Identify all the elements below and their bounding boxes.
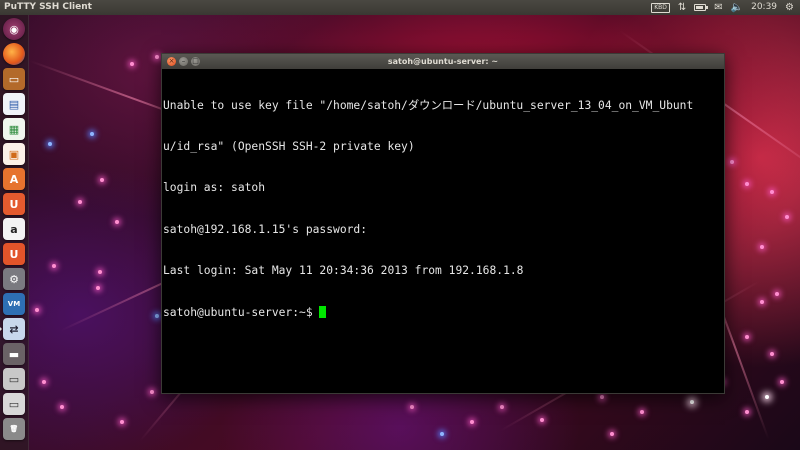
virtual-machine-icon[interactable]: VM	[3, 293, 25, 315]
clock[interactable]: 20:39	[751, 0, 777, 15]
wallpaper-sparkle	[690, 400, 694, 404]
wallpaper-sparkle	[42, 380, 46, 384]
terminal-line: satoh@192.168.1.15's password:	[163, 222, 368, 236]
wallpaper-sparkle	[610, 432, 614, 436]
wallpaper-sparkle	[52, 264, 56, 268]
keyboard-layout-icon[interactable]: KBD	[651, 2, 670, 13]
wallpaper-sparkle	[48, 142, 52, 146]
window-title: satoh@ubuntu-server: ~	[387, 57, 499, 66]
wallpaper-sparkle	[78, 200, 82, 204]
wallpaper-sparkle	[760, 300, 764, 304]
wallpaper-sparkle	[155, 55, 159, 59]
amazon-icon[interactable]: a	[3, 218, 25, 240]
wallpaper-sparkle	[600, 395, 604, 399]
files-icon[interactable]: ▭	[3, 68, 25, 90]
wallpaper-sparkle	[760, 245, 764, 249]
app-title: PuTTY SSH Client	[4, 2, 92, 12]
impress-icon[interactable]: ▣	[3, 143, 25, 165]
wallpaper-sparkle	[440, 432, 444, 436]
calc-icon[interactable]: ▦	[3, 118, 25, 140]
wallpaper-sparkle	[745, 335, 749, 339]
volume-icon[interactable]: 🔈	[731, 0, 743, 15]
terminal-line: Unable to use key file "/home/satoh/ダウンロ…	[163, 98, 694, 112]
wallpaper-sparkle	[60, 405, 64, 409]
wallpaper-sparkle	[115, 220, 119, 224]
wallpaper-sparkle	[90, 132, 94, 136]
wallpaper-sparkle	[745, 410, 749, 414]
wallpaper-sparkle	[470, 420, 474, 424]
wallpaper-sparkle	[640, 410, 644, 414]
software-center-icon[interactable]: A	[3, 168, 25, 190]
wallpaper-sparkle	[540, 418, 544, 422]
writer-icon[interactable]: ▤	[3, 93, 25, 115]
removable-drive-icon[interactable]: ▭	[3, 393, 25, 415]
battery-icon[interactable]	[694, 4, 709, 11]
wallpaper-sparkle	[775, 292, 779, 296]
wallpaper-sparkle	[155, 314, 159, 318]
terminal-line: u/id_rsa" (OpenSSH SSH-2 private key)	[163, 139, 415, 153]
wallpaper-sparkle	[96, 286, 100, 290]
wallpaper-sparkle	[745, 182, 749, 186]
terminal-output[interactable]: Unable to use key file "/home/satoh/ダウンロ…	[162, 69, 724, 347]
wallpaper-sparkle	[98, 270, 102, 274]
close-icon[interactable]: ×	[167, 57, 176, 66]
folder-icon[interactable]: ▬	[3, 343, 25, 365]
drive-icon[interactable]: ▭	[3, 368, 25, 390]
ubuntu-one-icon[interactable]: U	[3, 193, 25, 215]
wallpaper-sparkle	[785, 215, 789, 219]
firefox-icon[interactable]	[3, 43, 25, 65]
system-tray: KBD ⇅ ✉ 🔈 20:39 ⚙	[651, 0, 800, 15]
wallpaper-sparkle	[500, 405, 504, 409]
shell-prompt: satoh@ubuntu-server:~$	[163, 305, 320, 319]
terminal-line: Last login: Sat May 11 20:34:36 2013 fro…	[163, 264, 524, 278]
network-icon[interactable]: ⇅	[678, 0, 686, 15]
gear-icon[interactable]: ⚙	[785, 0, 794, 15]
wallpaper-sparkle	[730, 160, 734, 164]
settings-icon[interactable]: ⚙	[3, 268, 25, 290]
wallpaper-sparkle	[770, 190, 774, 194]
wallpaper-sparkle	[780, 380, 784, 384]
wallpaper-sparkle	[35, 308, 39, 312]
wallpaper-sparkle	[100, 178, 104, 182]
terminal-prompt-line[interactable]: satoh@ubuntu-server:~$	[163, 305, 724, 320]
wallpaper-sparkle	[150, 390, 154, 394]
top-panel: PuTTY SSH Client KBD ⇅ ✉ 🔈 20:39 ⚙	[0, 0, 800, 15]
text-cursor	[319, 305, 327, 318]
terminal-window[interactable]: × – □ satoh@ubuntu-server: ~ Unable to u…	[161, 53, 725, 394]
trash-icon[interactable]: 🗑	[3, 418, 25, 440]
window-titlebar[interactable]: × – □ satoh@ubuntu-server: ~	[162, 54, 724, 69]
battery-fill	[696, 6, 704, 9]
wallpaper-sparkle	[410, 405, 414, 409]
terminal-line: login as: satoh	[163, 181, 266, 195]
maximize-icon[interactable]: □	[191, 57, 200, 66]
minimize-icon[interactable]: –	[179, 57, 188, 66]
update-manager-icon[interactable]: U	[3, 243, 25, 265]
dash-icon[interactable]: ◉	[3, 18, 25, 40]
launcher: ◉ ▭ ▤ ▦ ▣ A Ua U ⚙ VM ⇄ ▬ ▭ ▭ 🗑	[0, 15, 29, 450]
mail-icon[interactable]: ✉	[714, 0, 722, 15]
wallpaper-sparkle	[770, 352, 774, 356]
putty-icon[interactable]: ⇄	[0, 318, 25, 340]
wallpaper-sparkle	[120, 420, 124, 424]
wallpaper-sparkle	[765, 395, 769, 399]
wallpaper-sparkle	[130, 62, 134, 66]
